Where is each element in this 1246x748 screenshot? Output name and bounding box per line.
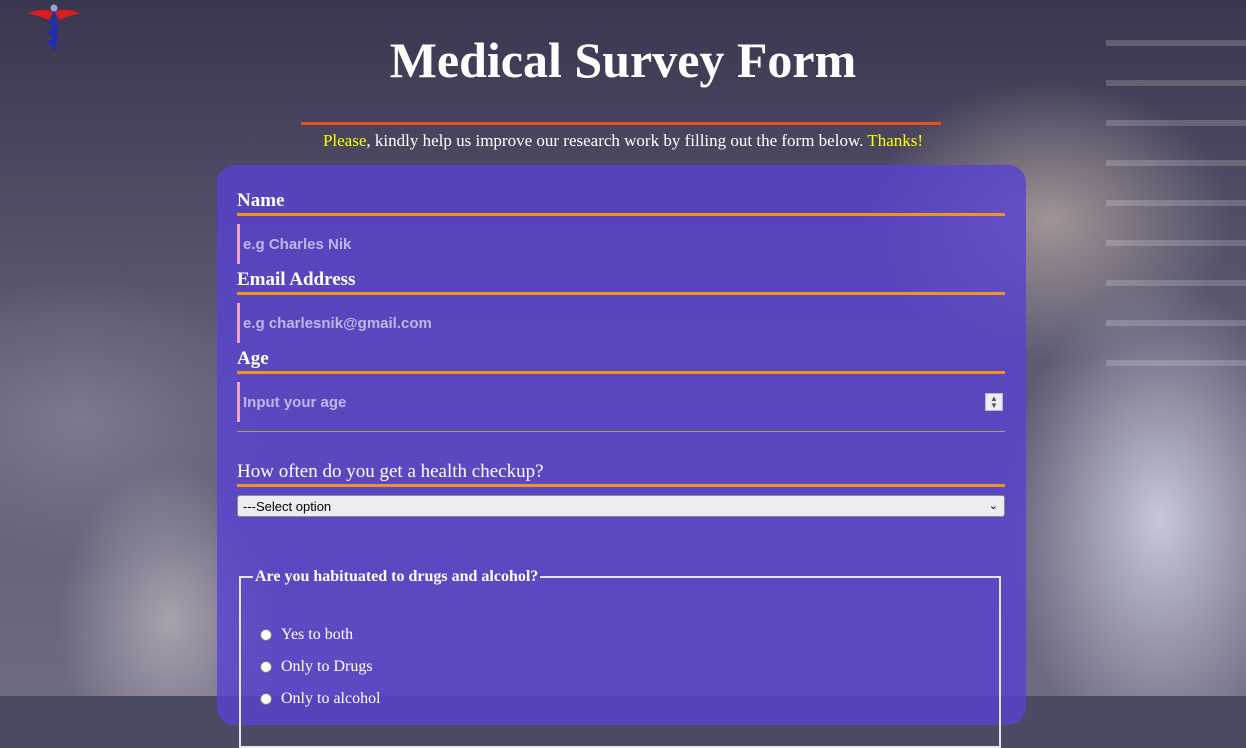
checkup-select[interactable]: ---Select option ⌄ (237, 495, 1005, 517)
email-placeholder: e.g charlesnik@gmail.com (243, 314, 432, 332)
radio-button[interactable] (260, 693, 272, 705)
checkup-label: How often do you get a health checkup? (237, 461, 1005, 487)
email-input[interactable]: e.g charlesnik@gmail.com (237, 303, 1005, 343)
background-shelf (1106, 40, 1246, 400)
name-label: Name (237, 190, 1005, 216)
name-placeholder: e.g Charles Nik (243, 235, 352, 253)
name-input[interactable]: e.g Charles Nik (237, 224, 1005, 264)
habits-legend: Are you habituated to drugs and alcohol? (255, 568, 539, 585)
chevron-down-icon: ⌄ (988, 500, 998, 512)
title-divider (301, 122, 941, 125)
description-thanks: Thanks! (867, 131, 924, 150)
radio-button[interactable] (260, 629, 272, 641)
radio-option-alcohol[interactable]: Only to alcohol (260, 690, 381, 708)
description-lead: Please (322, 131, 367, 150)
description-body: , kindly help us improve our research wo… (366, 131, 868, 150)
page-title: Medical Survey Form (389, 32, 857, 88)
radio-label: Only to Drugs (281, 658, 373, 675)
age-divider (237, 431, 1005, 432)
radio-label: Yes to both (281, 626, 354, 643)
habits-fieldset: Are you habituated to drugs and alcohol?… (239, 568, 1001, 748)
age-input[interactable]: Input your age ▲ ▼ (237, 382, 1005, 422)
page-description: Please, kindly help us improve our resea… (0, 131, 1246, 151)
survey-form: Name e.g Charles Nik Email Address e.g c… (217, 165, 1026, 748)
radio-label: Only to alcohol (281, 690, 381, 707)
radio-option-drugs[interactable]: Only to Drugs (260, 658, 373, 676)
checkup-selected-value: ---Select option (243, 498, 332, 514)
number-spinner-icon[interactable]: ▲ ▼ (985, 393, 1003, 411)
age-label: Age (237, 348, 1005, 374)
radio-button[interactable] (260, 661, 272, 673)
email-label: Email Address (237, 269, 1005, 295)
radio-option-both[interactable]: Yes to both (260, 626, 353, 644)
age-placeholder: Input your age (243, 393, 347, 411)
